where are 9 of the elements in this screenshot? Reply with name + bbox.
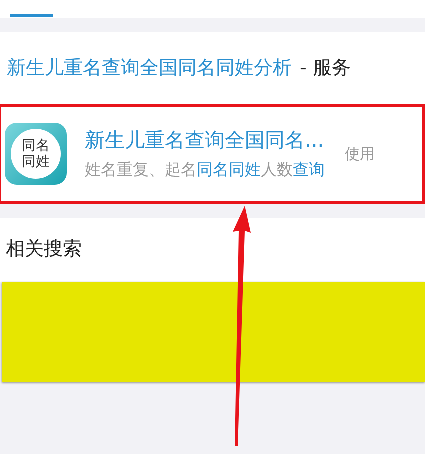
result-category: - 服务	[300, 56, 351, 81]
active-tab-indicator	[10, 14, 53, 17]
related-heading: 相关搜索	[5, 237, 83, 262]
app-name: 新生儿重名查询全国同名...	[85, 127, 325, 154]
app-description: 姓名重复、起名 同名同姓人数查询	[85, 160, 325, 181]
app-icon: 同名 同姓	[5, 123, 67, 185]
app-card[interactable]: 同名 同姓 新生儿重名查询全国同名... 姓名重复、起名 同名同姓人数查询 使用	[0, 104, 425, 204]
usage-text: 使用	[345, 144, 375, 164]
result-title-link[interactable]: 新生儿重名查询全国同名同姓分析	[7, 55, 292, 81]
